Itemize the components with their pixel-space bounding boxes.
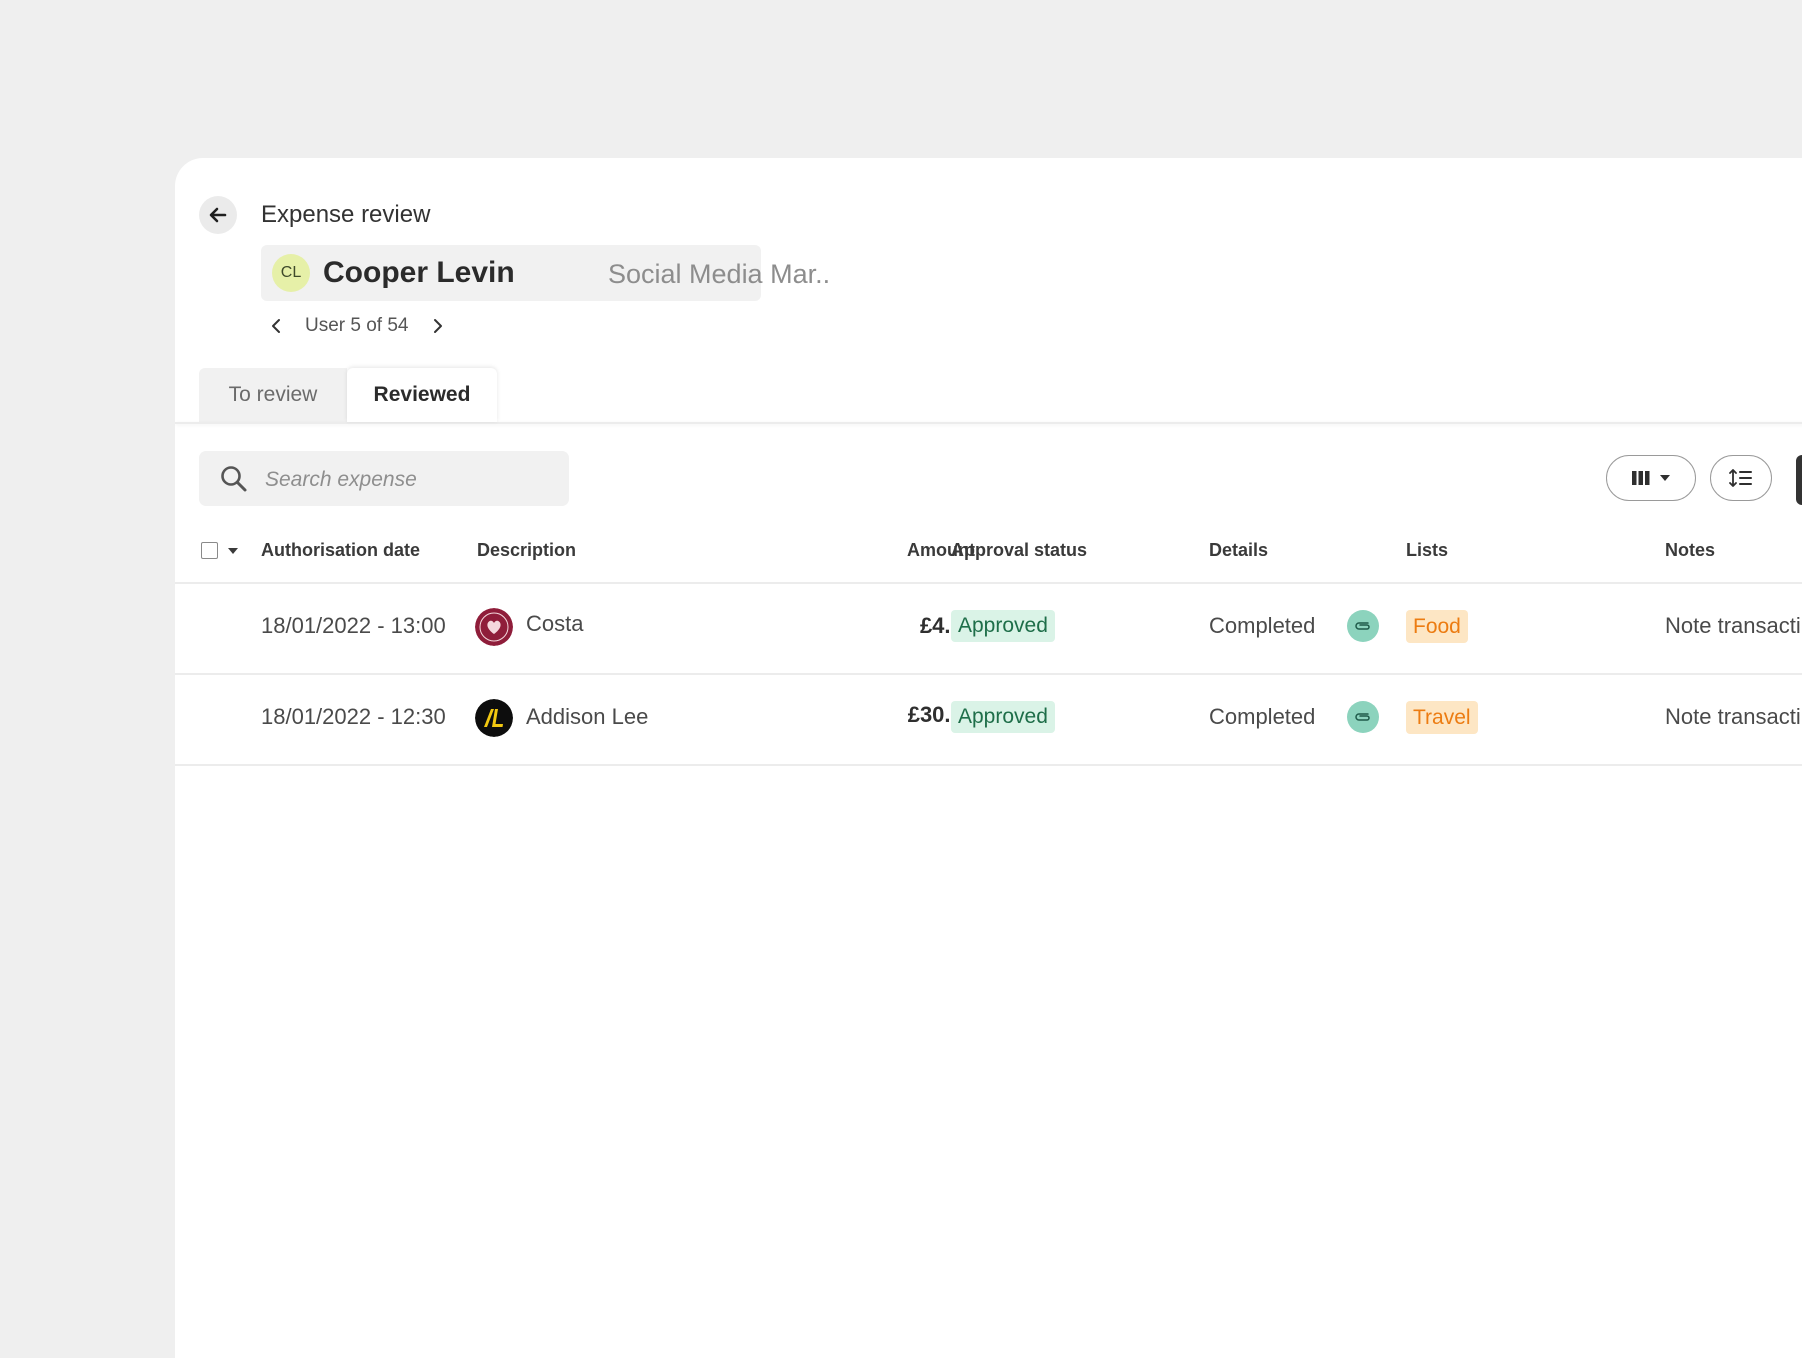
paperclip-icon [1355, 622, 1370, 630]
column-header-lists[interactable]: Lists [1406, 538, 1448, 562]
row-1-note[interactable]: Note transacti [1665, 612, 1801, 640]
sort-list-icon [1729, 469, 1752, 487]
row-2-details: Completed [1209, 704, 1316, 729]
costa-logo [475, 608, 513, 646]
tab-reviewed[interactable]: Reviewed [347, 368, 497, 422]
row-divider [175, 764, 1802, 766]
row-1-date: 18/01/2022 - 13:00 [261, 613, 446, 638]
column-header-notes[interactable]: Notes [1665, 538, 1715, 562]
row-1-attachment-icon[interactable] [1347, 610, 1379, 642]
columns-icon [1632, 471, 1650, 485]
row-1-merchant[interactable]: Costa [526, 610, 583, 638]
back-button[interactable] [199, 196, 237, 234]
user-chip: CL Cooper Levin Social Media Mar.. [261, 245, 830, 301]
user-role: Social Media Mar.. [608, 259, 831, 289]
row-1-details: Completed [1209, 613, 1316, 638]
column-header-description[interactable]: Description [477, 538, 576, 562]
row-2-status-badge: Approved [951, 701, 1055, 733]
chevron-left-icon [272, 319, 280, 333]
page-title: Expense review [261, 201, 431, 228]
select-caret-icon[interactable] [227, 546, 239, 556]
caret-down-icon [1660, 475, 1670, 481]
sort-button[interactable] [1710, 455, 1772, 501]
column-header-date[interactable]: Authorisation date [261, 538, 420, 562]
arrow-left-icon [209, 207, 227, 223]
previous-user-button[interactable] [265, 314, 289, 338]
addison-lee-logo [475, 699, 513, 737]
row-2-date: 18/01/2022 - 12:30 [261, 704, 446, 729]
search-icon [221, 466, 247, 492]
header-divider [175, 582, 1802, 584]
row-divider [175, 673, 1802, 675]
paperclip-icon [1355, 713, 1370, 721]
user-name: Cooper Levin [323, 256, 515, 289]
expense-review-panel: Expense review CL Cooper Levin Social Me… [175, 158, 1802, 1358]
row-1-status-badge: Approved [951, 610, 1055, 642]
primary-action-button[interactable] [1796, 455, 1802, 505]
addison-lee-logo-icon [475, 699, 513, 737]
chevron-right-icon [434, 319, 442, 333]
row-1-list-badge: Food [1406, 610, 1468, 643]
tab-to-review[interactable]: To review [199, 368, 347, 422]
search-input[interactable] [263, 451, 557, 508]
row-2-merchant[interactable]: Addison Lee [526, 703, 648, 731]
row-2-note[interactable]: Note transacti [1665, 703, 1801, 731]
tab-divider [175, 422, 1802, 424]
next-user-button[interactable] [425, 314, 449, 338]
columns-button[interactable] [1606, 455, 1696, 501]
costa-logo-icon [475, 608, 513, 646]
avatar: CL [272, 254, 310, 292]
select-all-checkbox[interactable] [201, 542, 218, 559]
column-header-approval-status[interactable]: Approval status [951, 538, 1087, 562]
search-box[interactable] [199, 451, 569, 508]
user-pager-label: User 5 of 54 [305, 315, 409, 336]
row-2-attachment-icon[interactable] [1347, 701, 1379, 733]
column-header-details[interactable]: Details [1209, 538, 1268, 562]
row-2-list-badge: Travel [1406, 701, 1478, 734]
